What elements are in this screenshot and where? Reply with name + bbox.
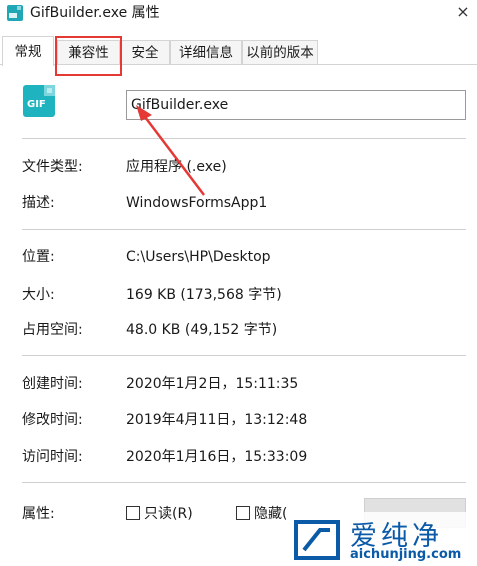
modified-label: 修改时间: — [22, 412, 83, 428]
tab-previous-versions[interactable]: 以前的版本 — [242, 40, 318, 64]
tab-general[interactable]: 常规 — [2, 36, 54, 66]
disk-size-value: 48.0 KB (49,152 字节) — [126, 322, 278, 338]
size-value: 169 KB (173,568 字节) — [126, 287, 282, 303]
accessed-label: 访问时间: — [22, 449, 83, 465]
title-bar: GifBuilder.exe 属性 × — [0, 0, 477, 28]
window-title: GifBuilder.exe 属性 — [30, 5, 160, 21]
file-type-value: 应用程序 (.exe) — [126, 159, 227, 175]
gif-file-icon: GIF — [23, 85, 55, 117]
close-button[interactable]: × — [453, 2, 473, 22]
watermark: 爱纯净 aichunjing.com — [286, 512, 477, 566]
size-label: 大小: — [22, 287, 55, 303]
watermark-url: aichunjing.com — [350, 547, 462, 562]
divider — [22, 482, 466, 483]
description-value: WindowsFormsApp1 — [126, 195, 268, 211]
divider — [22, 138, 466, 139]
divider — [22, 355, 466, 356]
divider — [22, 229, 466, 230]
file-icon-text: GIF — [27, 99, 46, 110]
tab-security[interactable]: 安全 — [120, 40, 170, 64]
app-icon — [7, 5, 23, 21]
location-label: 位置: — [22, 249, 55, 265]
disk-size-label: 占用空间: — [22, 322, 83, 338]
accessed-value: 2020年1月16日，15:33:09 — [126, 449, 308, 465]
modified-value: 2019年4月11日，13:12:48 — [126, 412, 308, 428]
description-label: 描述: — [22, 195, 55, 211]
file-type-label: 文件类型: — [22, 159, 83, 175]
readonly-label: 只读(R) — [144, 506, 193, 522]
created-value: 2020年1月2日，15:11:35 — [126, 376, 299, 392]
hidden-label: 隐藏( — [254, 506, 288, 522]
file-name-input[interactable] — [126, 90, 466, 120]
location-value: C:\Users\HP\Desktop — [126, 249, 271, 265]
attributes-label: 属性: — [22, 506, 55, 522]
annotation-highlight-box — [55, 36, 122, 76]
created-label: 创建时间: — [22, 376, 83, 392]
watermark-logo-icon — [294, 520, 340, 560]
hidden-checkbox[interactable] — [236, 506, 250, 520]
tab-details[interactable]: 详细信息 — [170, 40, 242, 64]
readonly-checkbox[interactable] — [126, 506, 140, 520]
